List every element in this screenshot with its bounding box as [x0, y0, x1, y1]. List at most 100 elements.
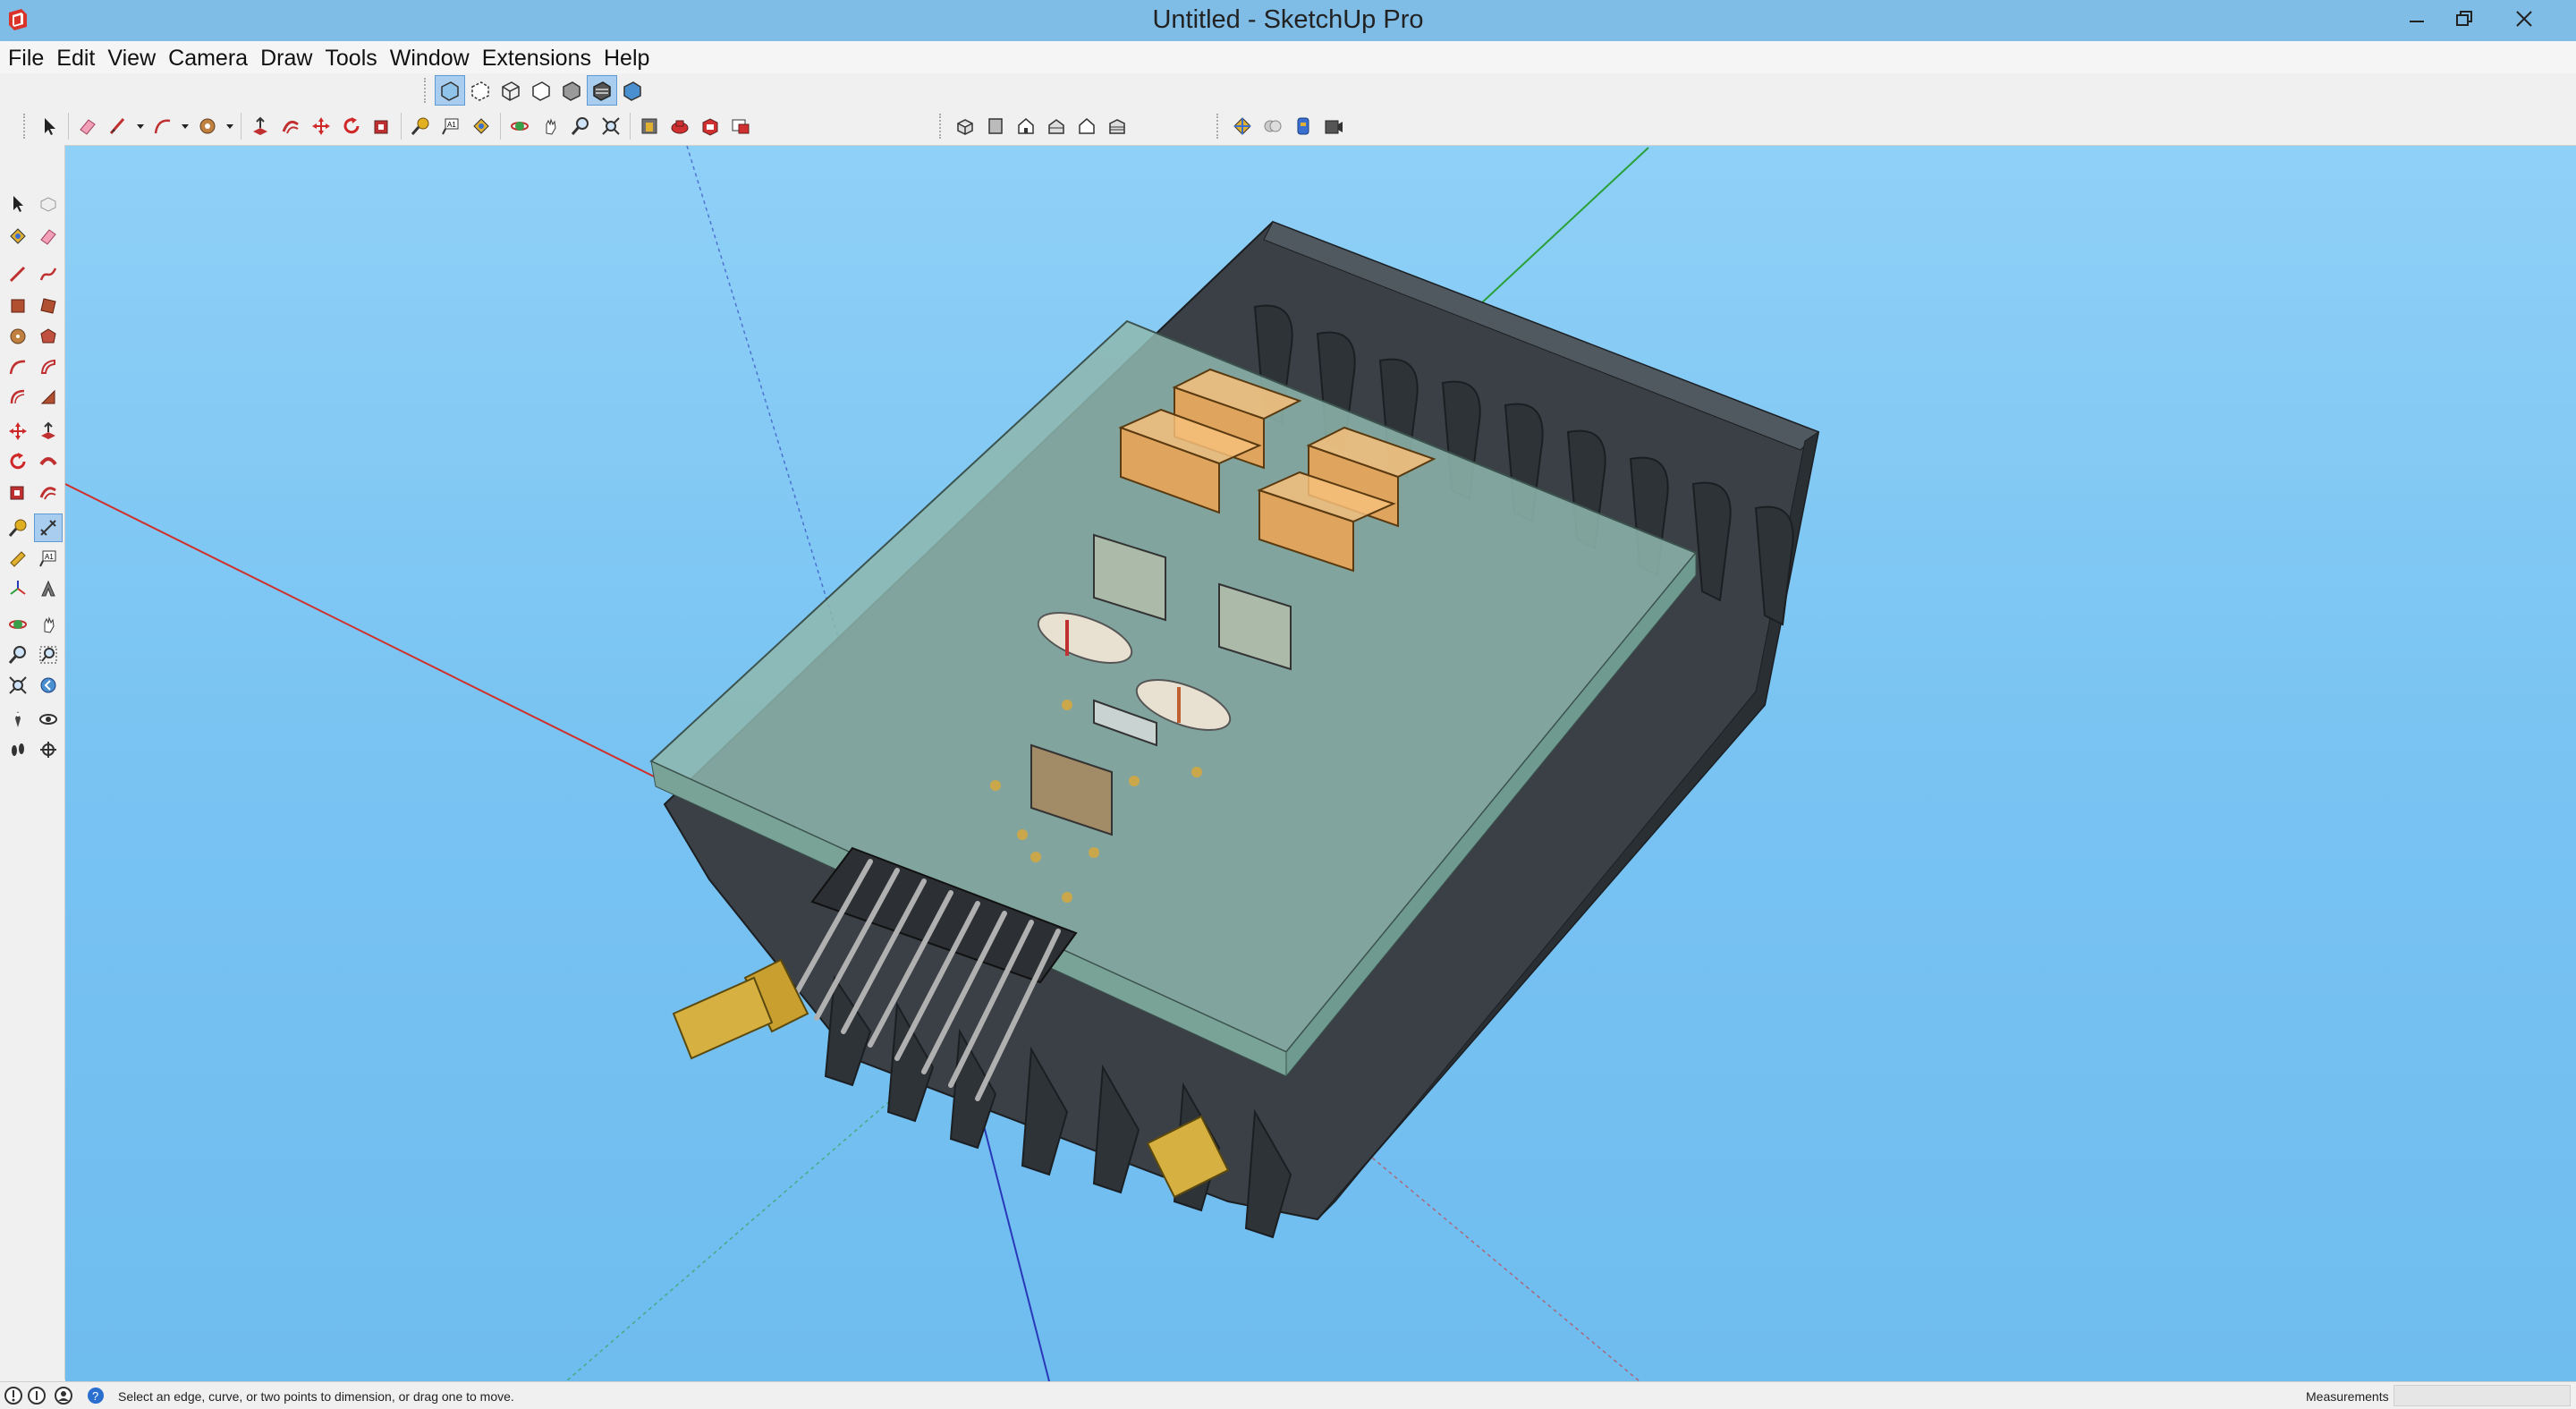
toolbar-grip[interactable] — [939, 114, 945, 139]
left-pie-button[interactable] — [34, 352, 63, 381]
left-tape-measure-button[interactable] — [4, 514, 32, 542]
shaded-button[interactable] — [556, 75, 587, 106]
top-view-button[interactable] — [980, 111, 1011, 141]
component-button[interactable] — [1227, 111, 1258, 141]
menu-extensions[interactable]: Extensions — [476, 42, 597, 74]
menu-edit[interactable]: Edit — [50, 42, 101, 74]
left-select-button[interactable] — [4, 190, 32, 218]
menu-view[interactable]: View — [101, 42, 162, 74]
left-position-camera-button[interactable] — [4, 705, 32, 734]
camera-button[interactable] — [1318, 111, 1349, 141]
orbit-button[interactable] — [504, 111, 535, 141]
menu-camera[interactable]: Camera — [162, 42, 254, 74]
monochrome-button[interactable] — [617, 75, 648, 106]
iso-view-button[interactable] — [950, 111, 980, 141]
scale-button[interactable] — [367, 111, 397, 141]
arc-dropdown[interactable] — [178, 111, 192, 141]
left-section-plane-button[interactable] — [34, 735, 63, 764]
left-walk-button[interactable] — [4, 735, 32, 764]
left-rectangle-button[interactable] — [4, 292, 32, 320]
front-view-button[interactable] — [1011, 111, 1041, 141]
left-three-point-arc-button[interactable] — [34, 383, 63, 412]
line-button[interactable] — [103, 111, 133, 141]
eraser-button[interactable] — [72, 111, 103, 141]
left-text-button[interactable]: A1 — [34, 544, 63, 573]
line-dropdown[interactable] — [133, 111, 148, 141]
push-pull-icon — [41, 421, 55, 439]
right-view-button[interactable] — [1041, 111, 1072, 141]
menu-draw[interactable]: Draw — [254, 42, 318, 74]
wireframe-button[interactable] — [496, 75, 526, 106]
back-view-button[interactable] — [1072, 111, 1102, 141]
left-push-pull-button[interactable] — [34, 417, 63, 446]
left-rotated-rectangle-button[interactable] — [34, 292, 63, 320]
left-component-button[interactable] — [34, 190, 63, 218]
pan-button[interactable] — [535, 111, 565, 141]
shapes-dropdown[interactable] — [223, 111, 237, 141]
select-button[interactable] — [34, 111, 64, 141]
left-arc-button[interactable] — [4, 352, 32, 381]
push-pull-button[interactable] — [245, 111, 275, 141]
shapes-button[interactable] — [192, 111, 223, 141]
instructor-icon[interactable]: ? — [86, 1386, 106, 1405]
left-circle-button[interactable] — [4, 322, 32, 351]
left-zoom-window-button[interactable] — [34, 641, 63, 669]
left-paint-bucket-button[interactable] — [4, 222, 32, 250]
paint-bucket-button[interactable] — [466, 111, 496, 141]
left-rotate-button[interactable] — [4, 447, 32, 476]
zoom-button[interactable] — [565, 111, 596, 141]
dynamic-button[interactable] — [1258, 111, 1288, 141]
left-look-around-button[interactable] — [34, 705, 63, 734]
extension-warehouse-button[interactable] — [665, 111, 695, 141]
model-viewport[interactable] — [65, 146, 2576, 1381]
layout-button[interactable] — [695, 111, 725, 141]
credits-icon[interactable] — [27, 1386, 47, 1405]
left-two-point-arc-button[interactable] — [4, 383, 32, 412]
menu-file[interactable]: File — [2, 42, 50, 74]
left-orbit-button[interactable] — [4, 610, 32, 639]
left-protractor-button[interactable] — [4, 544, 32, 573]
left-follow-me-button[interactable] — [34, 447, 63, 476]
send-to-layout-button[interactable] — [725, 111, 756, 141]
toolbar-grip[interactable] — [424, 78, 429, 103]
menu-tools[interactable]: Tools — [318, 42, 383, 74]
warehouse-button[interactable] — [634, 111, 665, 141]
toolbar-grip[interactable] — [23, 114, 29, 139]
left-3d-text-button[interactable] — [34, 574, 63, 603]
left-polygon-button[interactable] — [34, 322, 63, 351]
left-dimension-button[interactable] — [34, 514, 63, 542]
tape-measure-button[interactable] — [405, 111, 436, 141]
left-offset-button[interactable] — [34, 478, 63, 506]
left-pan-button[interactable] — [34, 610, 63, 639]
xray-button[interactable] — [435, 75, 465, 106]
left-zoom-button[interactable] — [4, 641, 32, 669]
move-button[interactable] — [306, 111, 336, 141]
left-line-button[interactable] — [4, 259, 32, 288]
offset-button[interactable] — [275, 111, 306, 141]
shaded-textures-button[interactable] — [587, 75, 617, 106]
geo-location-icon[interactable] — [4, 1386, 23, 1405]
text-button[interactable]: A1 — [436, 111, 466, 141]
arc-button[interactable] — [148, 111, 178, 141]
menu-help[interactable]: Help — [597, 42, 656, 74]
measurements-input[interactable] — [2394, 1385, 2571, 1406]
back-edges-button[interactable] — [465, 75, 496, 106]
left-view-button[interactable] — [1102, 111, 1132, 141]
left-scale-button[interactable] — [4, 478, 32, 506]
texture-button[interactable] — [1288, 111, 1318, 141]
left-previous-view-button[interactable] — [34, 671, 63, 700]
left-zoom-extents-button[interactable] — [4, 671, 32, 700]
chevron-down-icon — [137, 124, 144, 129]
rotate-button[interactable] — [336, 111, 367, 141]
left-axes-button[interactable] — [4, 574, 32, 603]
hidden-line-button[interactable] — [526, 75, 556, 106]
left-eraser-button[interactable] — [34, 222, 63, 250]
left-freehand-button[interactable] — [34, 259, 63, 288]
toolbar-grip[interactable] — [1216, 114, 1222, 139]
left-move-button[interactable] — [4, 417, 32, 446]
circle-icon — [10, 328, 26, 344]
user-icon[interactable] — [54, 1386, 73, 1405]
close-button[interactable] — [2490, 0, 2576, 39]
menu-window[interactable]: Window — [384, 42, 476, 74]
zoom-extents-button[interactable] — [596, 111, 626, 141]
